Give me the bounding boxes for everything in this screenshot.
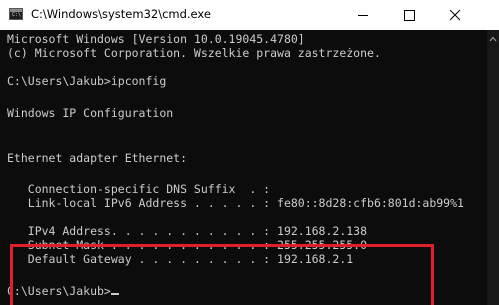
title-bar[interactable]: C:\ C:\Windows\system32\cmd.exe: [0, 0, 499, 30]
console-line: Link-local IPv6 Address . . . . . : fe80…: [7, 196, 464, 210]
scroll-up-arrow-icon[interactable]: [489, 36, 497, 42]
window-title: C:\Windows\system32\cmd.exe: [31, 7, 211, 21]
vertical-scrollbar[interactable]: [487, 30, 499, 305]
console-line: Microsoft Windows [Version 10.0.19045.47…: [7, 32, 305, 46]
cmd-window: C:\ C:\Windows\system32\cmd.exe Microsof…: [0, 0, 499, 305]
console-line: Windows IP Configuration: [7, 106, 174, 120]
minimize-button[interactable]: [340, 0, 386, 30]
console-line: (c) Microsoft Corporation. Wszelkie praw…: [7, 46, 381, 60]
console-line: C:\Users\Jakub>ipconfig: [7, 74, 167, 88]
minimize-icon: [358, 15, 368, 16]
maximize-button[interactable]: [386, 0, 432, 30]
close-button[interactable]: [432, 0, 478, 30]
console-line: Connection-specific DNS Suffix . :: [7, 182, 271, 196]
console-output[interactable]: Microsoft Windows [Version 10.0.19045.47…: [7, 32, 487, 305]
close-icon: [449, 9, 461, 21]
highlight-box: [10, 244, 434, 305]
console-line: IPv4 Address. . . . . . . . . . . : 192.…: [7, 224, 368, 238]
console-line: Ethernet adapter Ethernet:: [7, 151, 188, 165]
maximize-icon: [404, 10, 415, 21]
cmd-icon[interactable]: C:\: [9, 8, 23, 20]
